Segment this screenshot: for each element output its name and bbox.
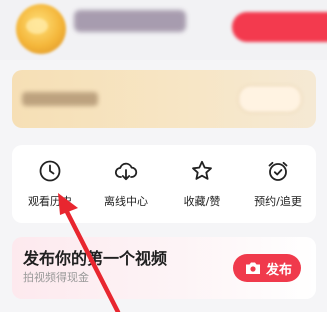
quick-action-label: 离线中心 [104,195,148,208]
banner-button-blurred[interactable] [238,85,302,113]
banner-text-redacted [22,92,98,106]
profile-header [0,0,327,60]
quick-action-reservations[interactable]: 预约/追更 [240,145,316,223]
publish-first-video-card[interactable]: 发布你的第一个视频 拍视频得现金 发布 [12,237,316,299]
promo-banner[interactable] [12,70,316,128]
header-action-button-blurred[interactable] [232,12,327,42]
quick-action-label: 收藏/赞 [183,195,221,208]
quick-action-label: 观看历史 [28,195,72,208]
quick-action-label: 预约/追更 [254,195,302,208]
quick-action-offline-center[interactable]: 离线中心 [88,145,164,223]
username-redacted [74,10,186,32]
profile-screen: 观看历史 离线中心 收藏/赞 预约/追更 发布你的第一个视频 拍视频得现金 发布 [0,0,327,312]
camera-icon [246,262,260,274]
star-icon [192,160,212,180]
bottom-spacer [0,302,327,312]
publish-button-label: 发布 [266,263,293,278]
publish-subtitle: 拍视频得现金 [23,271,89,284]
quick-actions-card: 观看历史 离线中心 收藏/赞 预约/追更 [12,145,316,223]
clock-icon [39,160,61,182]
quick-action-watch-history[interactable]: 观看历史 [12,145,88,223]
publish-title: 发布你的第一个视频 [23,249,168,268]
quick-action-favorites[interactable]: 收藏/赞 [164,145,240,223]
publish-button[interactable]: 发布 [233,254,301,282]
alarm-clock-icon [268,161,288,181]
avatar[interactable] [16,4,66,54]
cloud-download-icon [114,162,138,181]
